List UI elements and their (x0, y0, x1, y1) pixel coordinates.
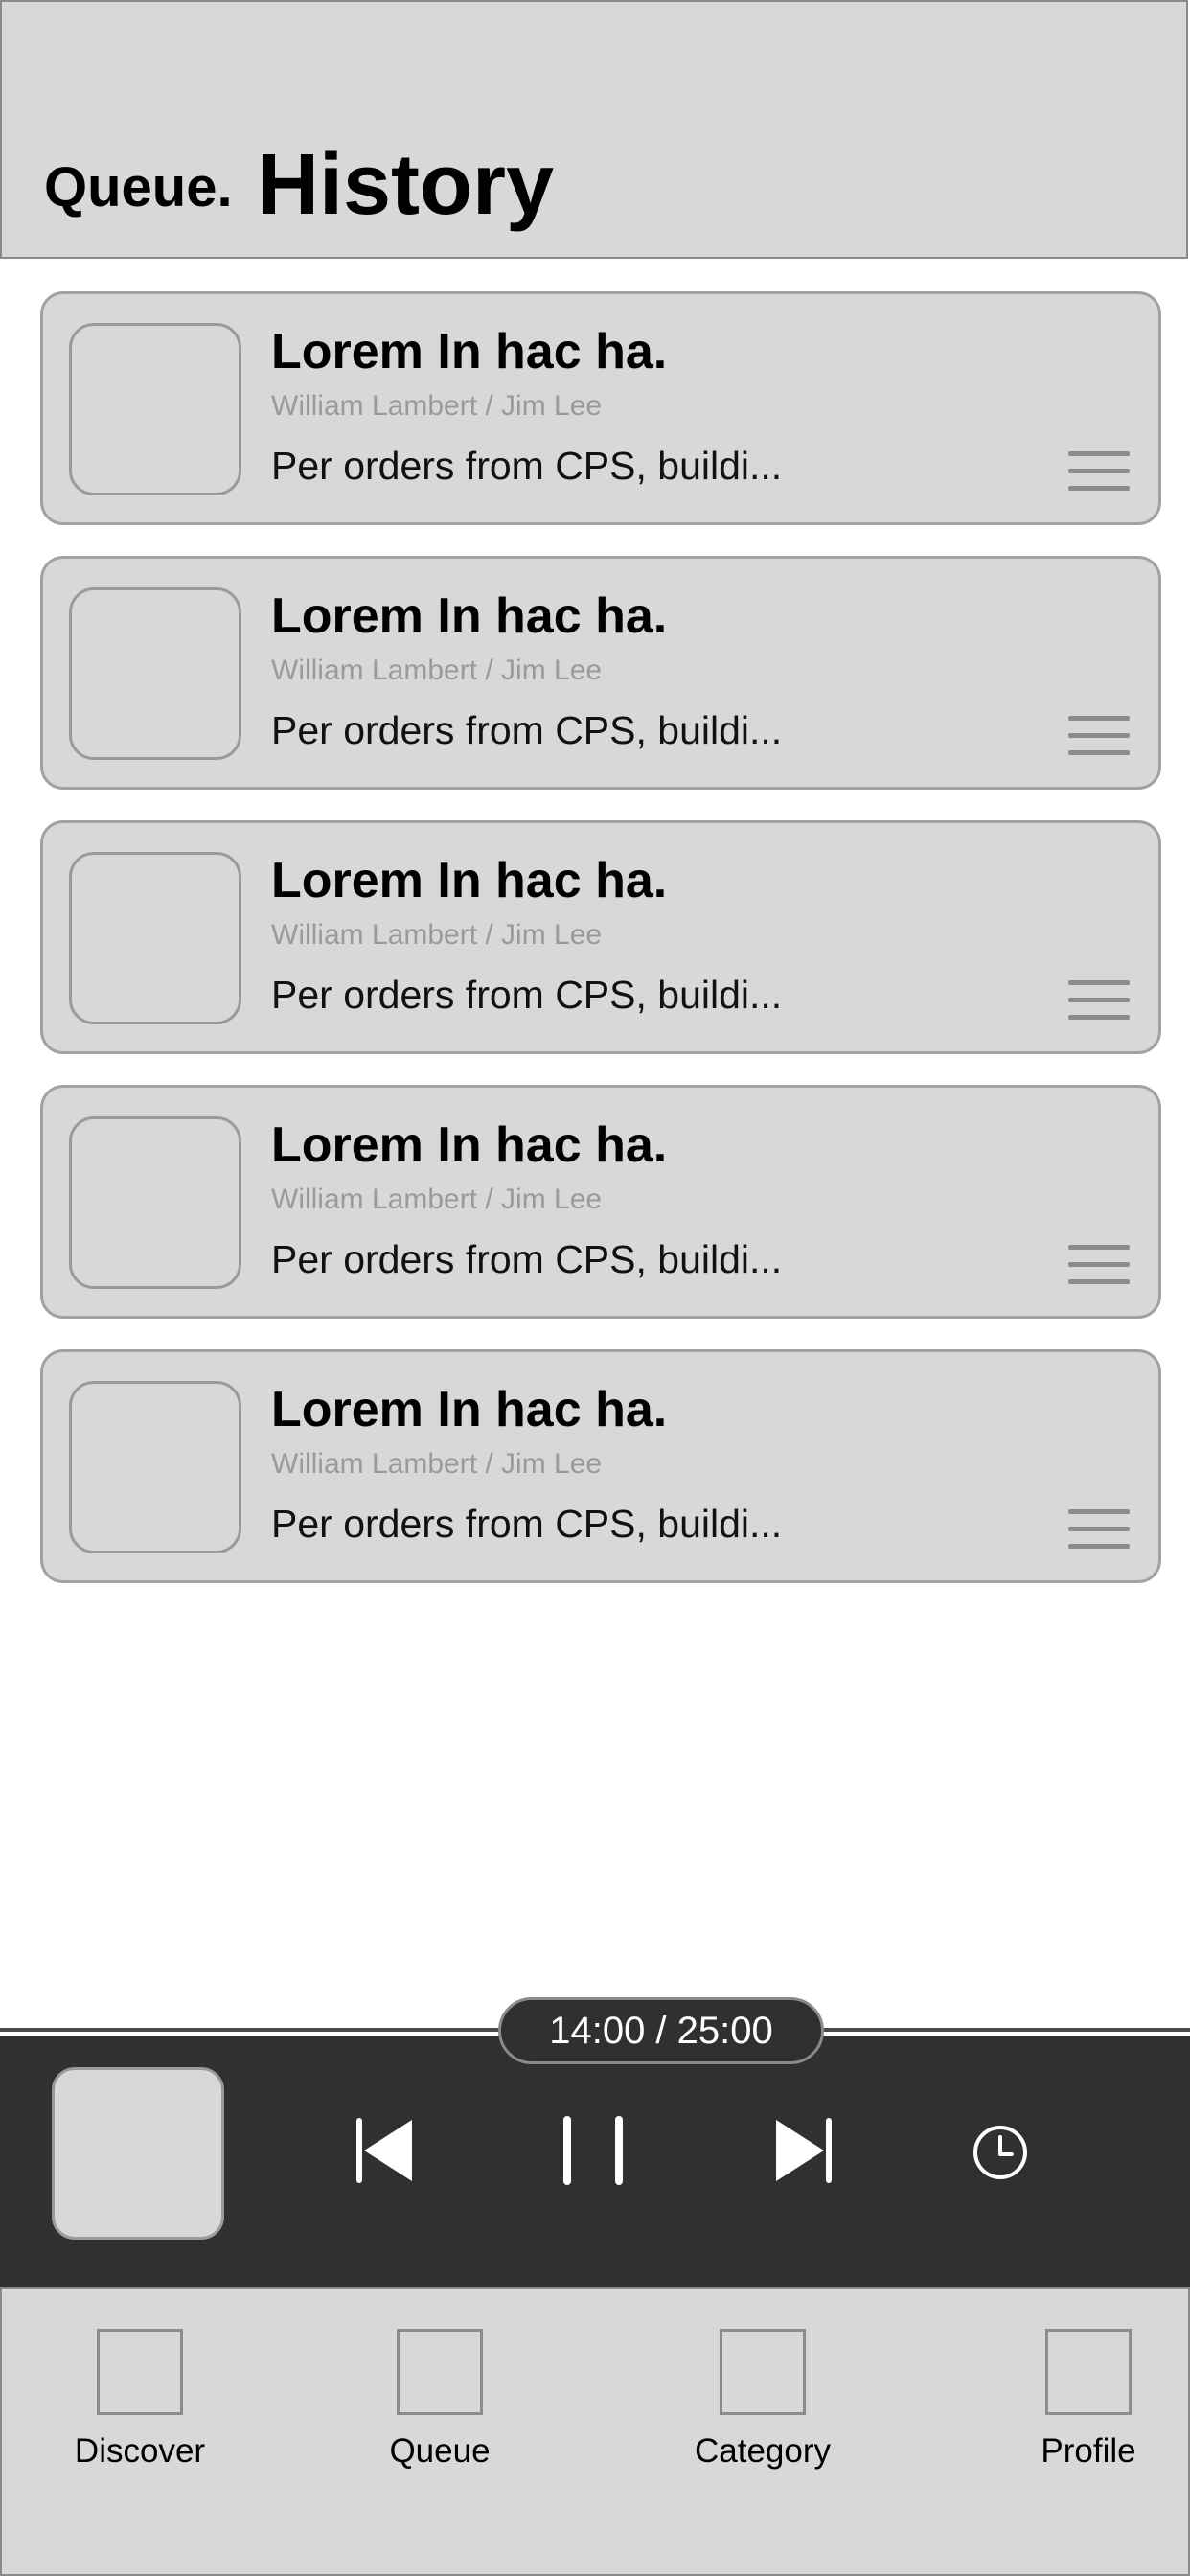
item-title: Lorem In hac ha. (271, 588, 668, 644)
nav-item-profile[interactable]: Profile (993, 2288, 1184, 2518)
time-display: 14:00 / 25:00 (498, 1997, 824, 2064)
drag-handle-icon[interactable] (1068, 716, 1130, 758)
item-title: Lorem In hac ha. (271, 1117, 668, 1173)
nav-item-category[interactable]: Category (667, 2288, 858, 2518)
item-description: Per orders from CPS, buildi... (271, 1237, 783, 1281)
item-description: Per orders from CPS, buildi... (271, 708, 783, 752)
thumbnail (69, 587, 241, 760)
item-title: Lorem In hac ha. (271, 324, 668, 380)
drag-handle-icon[interactable] (1068, 1245, 1130, 1287)
category-icon (720, 2329, 806, 2415)
profile-icon (1045, 2329, 1132, 2415)
skip-previous-icon[interactable] (355, 2118, 414, 2183)
thumbnail (69, 1381, 241, 1553)
discover-icon (97, 2329, 183, 2415)
item-description: Per orders from CPS, buildi... (271, 973, 783, 1017)
list-item[interactable]: Lorem In hac ha. William Lambert / Jim L… (40, 556, 1161, 790)
item-description: Per orders from CPS, buildi... (271, 1502, 783, 1546)
item-description: Per orders from CPS, buildi... (271, 444, 783, 488)
nav-label-category: Category (694, 2432, 832, 2470)
list-item[interactable]: Lorem In hac ha. William Lambert / Jim L… (40, 1085, 1161, 1319)
header: Queue. History (0, 0, 1188, 259)
nav-item-discover[interactable]: Discover (44, 2288, 236, 2518)
queue-icon (397, 2329, 483, 2415)
nav-label-discover: Discover (74, 2432, 206, 2470)
drag-handle-icon[interactable] (1068, 451, 1130, 494)
item-subtitle: William Lambert / Jim Lee (271, 390, 603, 422)
skip-next-icon[interactable] (774, 2118, 834, 2183)
clock-icon[interactable] (972, 2124, 1029, 2181)
list-item[interactable]: Lorem In hac ha. William Lambert / Jim L… (40, 820, 1161, 1054)
nav-label-profile: Profile (1041, 2432, 1136, 2470)
nav-label-queue: Queue (389, 2432, 491, 2470)
list-item[interactable]: Lorem In hac ha. William Lambert / Jim L… (40, 291, 1161, 525)
thumbnail (69, 852, 241, 1024)
drag-handle-icon[interactable] (1068, 1509, 1130, 1552)
drag-handle-icon[interactable] (1068, 980, 1130, 1023)
item-subtitle: William Lambert / Jim Lee (271, 1184, 603, 1215)
item-title: Lorem In hac ha. (271, 853, 668, 908)
tab-history[interactable]: History (257, 136, 554, 235)
bottom-nav: Discover Queue Category Profile (0, 2287, 1190, 2576)
item-subtitle: William Lambert / Jim Lee (271, 919, 603, 951)
player-artwork[interactable] (52, 2067, 224, 2240)
list-item[interactable]: Lorem In hac ha. William Lambert / Jim L… (40, 1349, 1161, 1583)
item-subtitle: William Lambert / Jim Lee (271, 655, 603, 686)
thumbnail (69, 323, 241, 495)
thumbnail (69, 1116, 241, 1289)
pause-icon[interactable] (561, 2116, 625, 2185)
item-title: Lorem In hac ha. (271, 1382, 668, 1438)
item-subtitle: William Lambert / Jim Lee (271, 1448, 603, 1480)
tab-queue[interactable]: Queue. (44, 155, 233, 219)
nav-item-queue[interactable]: Queue (344, 2288, 536, 2518)
